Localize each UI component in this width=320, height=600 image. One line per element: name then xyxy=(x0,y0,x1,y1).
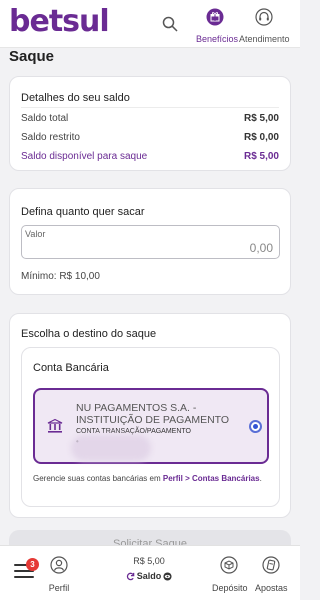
deposito-label: Depósito xyxy=(212,583,248,593)
manage-accounts-text: Gerencie suas contas bancárias em Perfil… xyxy=(33,474,262,483)
balance-card: Detalhes do seu saldo Saldo total R$ 5,0… xyxy=(9,76,291,171)
saldo-label: Saldo xyxy=(136,571,162,581)
saldo-restrito-label: Saldo restrito xyxy=(21,132,80,143)
top-header: betsul Benefícios Atendimento xyxy=(0,0,300,48)
bottom-nav: 3 Perfil R$ 5,00 Saldo Depósito Apostas xyxy=(0,545,300,600)
page-title: Saque xyxy=(9,48,55,65)
saldo-total-value: R$ 5,00 xyxy=(243,113,279,124)
saldo-toggle[interactable]: Saldo xyxy=(118,571,180,581)
saldo-total-row: Saldo total R$ 5,00 xyxy=(21,113,279,124)
apostas-label: Apostas xyxy=(255,583,288,593)
amount-title: Defina quanto quer sacar xyxy=(21,206,145,218)
atendimento-button[interactable]: Atendimento xyxy=(239,8,290,44)
account-blur xyxy=(71,435,151,461)
manage-link[interactable]: Perfil > Contas Bancárias xyxy=(163,474,260,483)
nav-perfil[interactable]: Perfil xyxy=(47,556,71,593)
user-icon xyxy=(50,556,68,574)
nav-apostas[interactable]: Apostas xyxy=(255,556,288,593)
beneficios-label: Benefícios xyxy=(196,34,239,44)
divider xyxy=(21,107,279,108)
minimum-text: Mínimo: R$ 10,00 xyxy=(21,271,100,282)
saldo-value: R$ 5,00 xyxy=(133,556,165,566)
valor-input-label: Valor xyxy=(25,229,46,239)
refresh-icon[interactable] xyxy=(126,572,135,581)
perfil-label: Perfil xyxy=(48,583,70,593)
ticket-icon xyxy=(262,556,280,574)
nav-deposito[interactable]: Depósito xyxy=(212,556,248,593)
destination-card: Escolha o destino do saque Conta Bancári… xyxy=(9,313,291,518)
account-type: CONTA TRANSAÇÃO/PAGAMENTO xyxy=(76,428,192,435)
saldo-restrito-value: R$ 0,00 xyxy=(243,132,279,143)
manage-text: Gerencie suas contas bancárias em xyxy=(33,474,161,483)
bank-account-option[interactable]: NU PAGAMENTOS S.A. - INSTITUIÇÃO DE PAGA… xyxy=(33,388,269,464)
balance-title: Detalhes do seu saldo xyxy=(21,92,130,104)
notification-badge: 3 xyxy=(26,558,39,571)
valor-input-value[interactable]: 0,00 xyxy=(250,241,273,255)
conta-bancaria-title: Conta Bancária xyxy=(33,362,109,374)
amount-card: Defina quanto quer sacar Valor 0,00 Míni… xyxy=(9,188,291,295)
deposit-icon xyxy=(220,556,238,574)
manage-end: . xyxy=(259,474,262,483)
bank-account-section: Conta Bancária NU PAGAMENTOS S.A. - INST… xyxy=(21,347,280,507)
bank-name: NU PAGAMENTOS S.A. - INSTITUIÇÃO DE PAGA… xyxy=(76,402,230,426)
nav-saldo[interactable]: R$ 5,00 Saldo xyxy=(118,556,180,581)
saldo-total-label: Saldo total xyxy=(21,113,69,124)
saldo-disponivel-label: Saldo disponível para saque xyxy=(21,151,148,162)
eye-icon[interactable] xyxy=(163,571,172,581)
beneficios-button[interactable]: Benefícios xyxy=(196,8,239,44)
saldo-disponivel-row: Saldo disponível para saque R$ 5,00 xyxy=(21,151,279,162)
atendimento-label: Atendimento xyxy=(239,34,290,44)
search-icon[interactable] xyxy=(162,16,178,32)
bank-radio[interactable] xyxy=(249,420,262,433)
gift-icon xyxy=(206,8,224,26)
saldo-restrito-row: Saldo restrito R$ 0,00 xyxy=(21,132,279,143)
destination-title: Escolha o destino do saque xyxy=(21,328,157,340)
betsul-logo[interactable]: betsul xyxy=(9,4,110,40)
bank-icon xyxy=(47,418,63,433)
headset-icon xyxy=(254,8,273,26)
valor-input[interactable]: Valor 0,00 xyxy=(21,225,280,259)
saldo-disponivel-value: R$ 5,00 xyxy=(243,151,279,162)
